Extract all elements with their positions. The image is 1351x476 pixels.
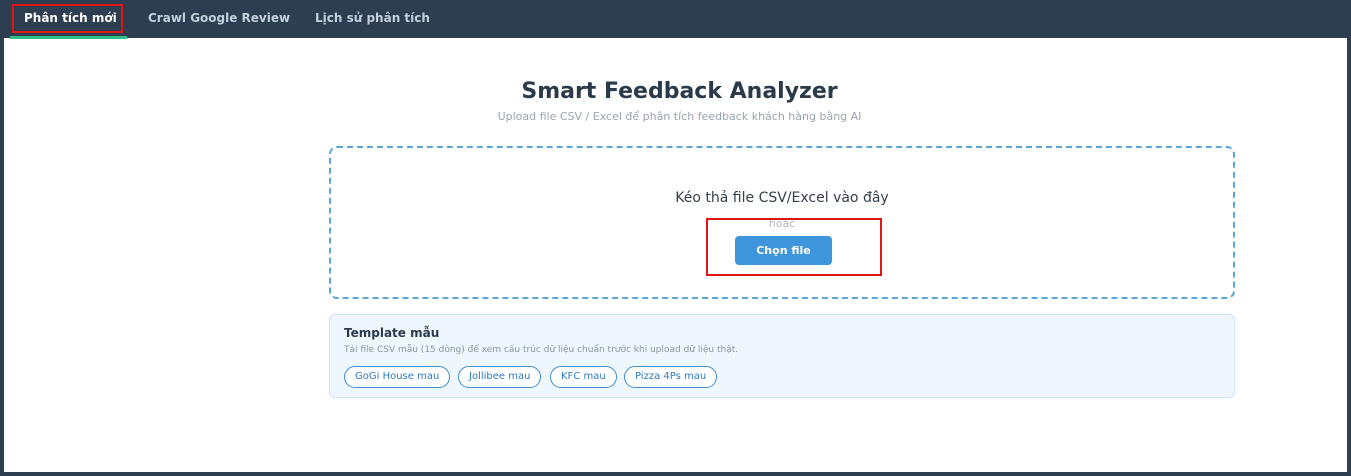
template-jollibee-button[interactable]: Jollibee mau (458, 366, 542, 388)
drop-zone-instruction: Kéo thả file CSV/Excel vào đây (675, 190, 889, 206)
template-kfc-button[interactable]: KFC mau (550, 366, 617, 388)
top-navbar: Phân tích mới Crawl Google Review Lịch s… (4, 0, 1351, 39)
tab-crawl-google-review[interactable]: Crawl Google Review (148, 0, 290, 38)
choose-file-button[interactable]: Chọn file (735, 236, 832, 265)
drop-zone-or-text: hoặc (768, 217, 796, 230)
app-frame: Phân tích mới Crawl Google Review Lịch s… (0, 0, 1351, 476)
template-section-title: Template mẫu (344, 326, 440, 340)
file-drop-zone[interactable]: Kéo thả file CSV/Excel vào đây hoặc Chọn… (329, 146, 1235, 299)
template-section-description: Tải file CSV mẫu (15 dòng) để xem cấu tr… (344, 345, 739, 355)
tab-analysis-history[interactable]: Lịch sử phân tích (315, 0, 430, 38)
template-section: Template mẫu Tải file CSV mẫu (15 dòng) … (329, 314, 1235, 398)
template-gogi-house-button[interactable]: GoGi House mau (344, 366, 451, 388)
page-subtitle: Upload file CSV / Excel để phân tích fee… (497, 110, 862, 123)
active-tab-indicator (10, 36, 127, 39)
template-pizza-4ps-button[interactable]: Pizza 4Ps mau (624, 366, 718, 388)
tab-new-analysis[interactable]: Phân tích mới (24, 0, 117, 38)
page-title: Smart Feedback Analyzer (521, 79, 838, 104)
